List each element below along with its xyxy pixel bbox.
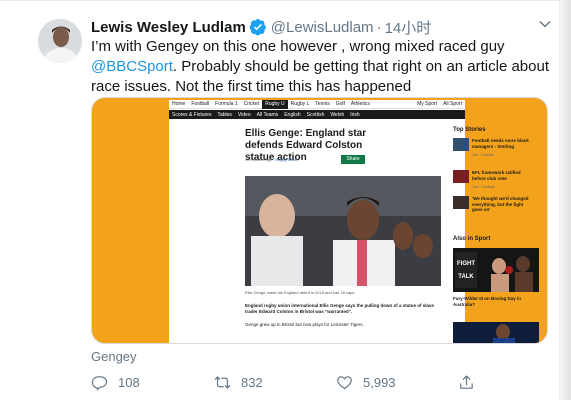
separator-dot: · (376, 18, 382, 36)
tweet-text-line: race issues. Not the first time this has… (91, 78, 412, 95)
attached-screenshot[interactable]: Home Football Formula 1 Cricket Rugby U … (91, 97, 548, 344)
story-thumbnail (453, 138, 469, 151)
subnav-item: Irish (350, 111, 360, 118)
chevron-down-icon[interactable] (538, 17, 552, 31)
retweet-button[interactable]: 832 (214, 372, 263, 392)
like-icon (337, 375, 352, 389)
nav-item: Cricket (243, 101, 260, 107)
subnav-item: All Teams (256, 111, 279, 118)
subnav-item: Welsh (330, 111, 345, 118)
article-paragraph: Genge grew up in Bristol but now plays f… (245, 322, 364, 327)
retweet-count: 832 (241, 374, 263, 390)
top-story-item: Football needs more black managers - Ste… (453, 138, 547, 158)
story-title: Football needs more black managers - Ste… (472, 138, 529, 149)
article-time: 13 minutes ago (245, 157, 273, 162)
nav-item-active: Rugby U (262, 99, 288, 109)
top-divider (0, 0, 559, 1)
nav-item: Rugby L (290, 101, 310, 107)
also-in-sport-image-2 (453, 322, 539, 343)
nav-item: Football (191, 101, 210, 107)
top-story-item: 'We thought we'd changed everything, but… (453, 196, 547, 216)
story-title: EFL framework ratified before club vote (472, 170, 521, 181)
nav-right: My Sport All Sport (414, 101, 465, 107)
also-in-sport-caption: Fury-Wilder III on Boxing Day in Austral… (453, 296, 521, 307)
article-section: Rugby Union (275, 157, 299, 162)
nav-item: Tennis (315, 101, 330, 107)
story-title: 'We thought we'd changed everything, but… (472, 196, 529, 212)
nav-item: All Sport (443, 101, 462, 107)
also-in-sport-image: FIGHT TALK (453, 248, 539, 292)
also-in-sport-heading: Also in Sport (453, 236, 491, 242)
top-stories-heading: Top Stories (453, 127, 486, 133)
subnav-item: Video (237, 111, 251, 118)
tweet-text-line: @BBCSport. Probably should be getting th… (91, 57, 555, 77)
author-name[interactable]: Lewis Wesley Ludlam (91, 19, 246, 36)
article-meta: 13 minutes ago Rugby Union (245, 157, 298, 162)
tweet-text-fragment: . Probably should be getting that right … (172, 58, 550, 75)
subnav-item: Scottish (306, 111, 325, 118)
article-hero-image (245, 176, 441, 286)
bbc-sub-nav: Scores & Fixtures Tables Video All Teams… (169, 110, 465, 119)
story-meta: 14m · Football (472, 185, 495, 189)
subnav-item: English (284, 111, 301, 118)
share-icon (460, 375, 473, 389)
like-button[interactable]: 5,993 (336, 372, 396, 392)
story-thumbnail (453, 196, 469, 209)
story-meta: 14h · Football (472, 153, 494, 157)
subnav-item: Scores & Fixtures (172, 111, 212, 118)
story-thumbnail (453, 170, 469, 183)
avatar[interactable] (38, 19, 82, 63)
reply-button[interactable]: 108 (91, 372, 140, 392)
bbc-sport-nav: Home Football Formula 1 Cricket Rugby U … (169, 99, 465, 109)
reply-count: 108 (118, 374, 140, 390)
bbc-article-page: Home Football Formula 1 Cricket Rugby U … (169, 99, 539, 343)
mention-link[interactable]: @BBCSport (91, 58, 173, 75)
like-count: 5,993 (363, 374, 396, 390)
tweet-actions: 108 832 5,993 (91, 372, 521, 392)
nav-item: Formula 1 (215, 101, 238, 107)
tweet-text-line: I’m with Gengey on this one however , wr… (91, 38, 505, 55)
nav-item: My Sport (417, 101, 438, 107)
nav-item: Golf (335, 101, 345, 107)
nav-item: Athletics (350, 101, 370, 107)
hero-caption: Ellis Genge made his England debut in 20… (245, 290, 355, 295)
share-button[interactable] (458, 372, 485, 392)
verified-badge-icon (249, 18, 267, 36)
retweet-icon (214, 375, 231, 389)
tweet-header: Lewis Wesley Ludlam @LewisLudlam · 14小时 (91, 15, 431, 39)
tweet-text: I’m with Gengey on this one however , wr… (91, 37, 555, 97)
nav-item: Home (172, 101, 186, 107)
article-share-button: Share (341, 155, 365, 164)
window-edge-shadow (559, 0, 571, 400)
quote-source-label: Gengey (91, 349, 137, 364)
fight-talk-badge-bottom: TALK (458, 274, 474, 280)
top-story-item: EFL framework ratified before club vote … (453, 170, 547, 190)
author-handle[interactable]: @LewisLudlam (271, 19, 374, 36)
subnav-item: Tables (217, 111, 232, 118)
fight-talk-badge-top: FIGHT (457, 261, 475, 267)
reply-icon (91, 375, 108, 391)
article-paragraph: England rugby union international Ellis … (245, 303, 435, 314)
tweet-time[interactable]: 14小时 (385, 17, 432, 38)
